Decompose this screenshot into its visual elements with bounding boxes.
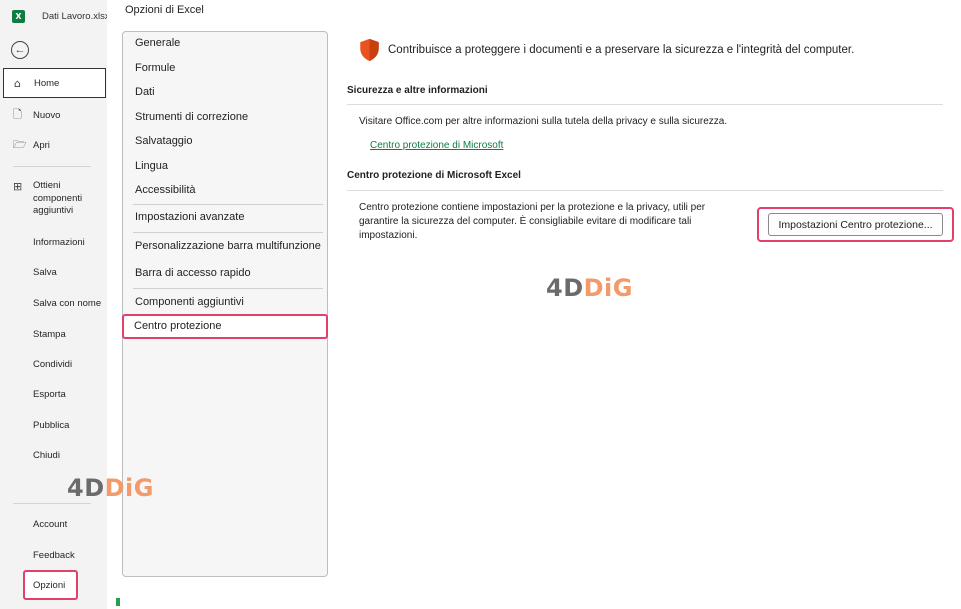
backstage-item-label: Apri: [33, 139, 50, 151]
pane-gap: [107, 0, 116, 609]
title-area: X Dati Lavoro.xlsx •: [0, 0, 116, 32]
category-personalizzazione-barra[interactable]: Personalizzazione barra multifunzione: [135, 240, 321, 252]
category-generale[interactable]: Generale: [135, 37, 180, 49]
backstage-item-label: Pubblica: [33, 419, 70, 431]
backstage-item-label: Nuovo: [33, 109, 61, 121]
backstage-item-label: Opzioni: [33, 579, 66, 591]
section-heading-privacy: Sicurezza e altre informazioni: [347, 85, 488, 96]
category-barra-accesso-rapido[interactable]: Barra di accesso rapido: [135, 267, 251, 279]
home-icon: ⌂: [14, 76, 21, 90]
dialog-title: Opzioni di Excel: [125, 4, 204, 16]
divider: [347, 104, 943, 105]
backstage-item-informazioni[interactable]: Informazioni: [0, 234, 107, 250]
category-dati[interactable]: Dati: [135, 86, 155, 98]
backstage-item-apri[interactable]: 🗁 Apri: [0, 136, 107, 154]
divider: [347, 190, 943, 191]
backstage-item-label: Account: [33, 518, 68, 530]
backstage-item-salva[interactable]: Salva: [0, 264, 107, 280]
new-document-icon: 🗋: [13, 107, 22, 121]
backstage-item-account[interactable]: Account: [0, 516, 107, 532]
divider: [133, 204, 323, 205]
backstage-item-label: Condividi: [33, 358, 73, 370]
backstage-item-stampa[interactable]: Stampa: [0, 326, 107, 342]
backstage-item-chiudi[interactable]: Chiudi: [0, 447, 107, 463]
category-impostazioni-avanzate[interactable]: Impostazioni avanzate: [135, 211, 244, 223]
category-formule[interactable]: Formule: [135, 62, 175, 74]
backstage-item-label: Feedback: [33, 549, 75, 561]
folder-open-icon: 🗁: [13, 137, 27, 151]
shield-icon: [360, 38, 379, 62]
backstage-item-pubblica[interactable]: Pubblica: [0, 417, 107, 433]
category-centro-protezione[interactable]: Centro protezione: [122, 314, 328, 339]
file-name: Dati Lavoro.xlsx •: [42, 10, 116, 22]
backstage-item-label: Home: [34, 77, 60, 89]
backstage-item-label: Informazioni: [33, 236, 85, 248]
divider: [13, 503, 91, 504]
category-componenti-aggiuntivi[interactable]: Componenti aggiuntivi: [135, 296, 244, 308]
intro-text: Contribuisce a proteggere i documenti e …: [388, 44, 855, 56]
backstage-item-feedback[interactable]: Feedback: [0, 547, 107, 563]
backstage-item-label: Chiudi: [33, 449, 60, 461]
backstage-item-esporta[interactable]: Esporta: [0, 386, 107, 402]
accent-edge: [116, 598, 120, 606]
divider: [133, 288, 323, 289]
category-strumenti-correzione[interactable]: Strumenti di correzione: [135, 111, 248, 123]
store-grid-icon: ⊞: [13, 180, 23, 193]
backstage-item-condividi[interactable]: Condividi: [0, 356, 107, 372]
privacy-info-text: Visitare Office.com per altre informazio…: [359, 116, 728, 127]
backstage-item-salva-con-nome[interactable]: Salva con nome: [0, 295, 107, 311]
microsoft-trust-center-link[interactable]: Centro protezione di Microsoft: [370, 140, 503, 151]
category-salvataggio[interactable]: Salvataggio: [135, 135, 193, 147]
trust-center-description: Centro protezione contiene impostazioni …: [359, 202, 706, 241]
category-lingua[interactable]: Lingua: [135, 160, 168, 172]
divider: [133, 232, 323, 233]
divider: [13, 166, 91, 167]
watermark-logo: 4DDiG: [67, 474, 154, 502]
backstage-item-label: Stampa: [33, 328, 66, 340]
excel-logo-icon: X: [12, 9, 25, 23]
backstage-item-nuovo[interactable]: 🗋 Nuovo: [0, 106, 107, 124]
backstage-item-label: Esporta: [33, 388, 66, 400]
category-accessibilita[interactable]: Accessibilità: [135, 184, 196, 196]
section-heading-excel-trust-center: Centro protezione di Microsoft Excel: [347, 170, 521, 181]
backstage-item-label: Ottieni componenti aggiuntivi: [33, 180, 83, 216]
backstage-item-label: Salva con nome: [33, 297, 102, 309]
watermark-logo: 4DDiG: [546, 274, 633, 302]
backstage-item-addins[interactable]: ⊞ Ottieni componenti aggiuntivi: [0, 180, 107, 220]
trust-center-settings-button[interactable]: Impostazioni Centro protezione...: [768, 213, 943, 236]
back-arrow-icon[interactable]: ←: [11, 41, 29, 59]
category-label: Centro protezione: [134, 320, 222, 332]
backstage-item-label: Salva: [33, 266, 57, 278]
backstage-item-opzioni[interactable]: Opzioni: [0, 577, 107, 593]
backstage-item-home[interactable]: ⌂ Home: [3, 68, 106, 98]
